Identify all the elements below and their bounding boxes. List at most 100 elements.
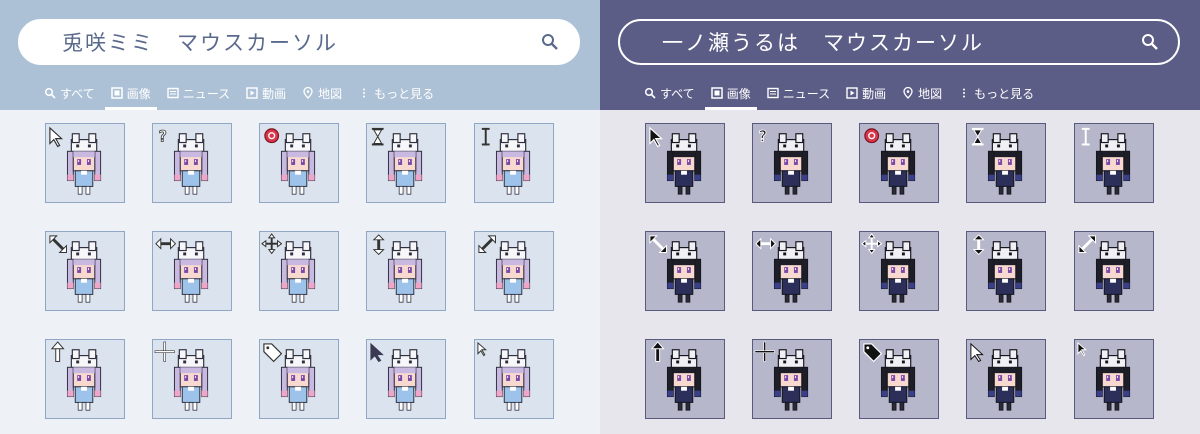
hourglass-cursor-icon: [971, 127, 1023, 195]
tab-news[interactable]: ニュース: [159, 80, 238, 106]
tab-label: 地図: [318, 86, 343, 101]
move-cursor-icon: [261, 233, 316, 303]
image-grid: ?: [600, 110, 1200, 434]
diagonal-resize-alt-cursor-icon: [478, 235, 531, 303]
busy-cursor-icon: [264, 128, 316, 195]
tab-more[interactable]: もっと見る: [350, 80, 442, 106]
search-header: 一ノ瀬うるは マウスカーソル すべて 画像 ニュース 動画 地図 もっと見る: [600, 0, 1200, 110]
map-pin-icon: [303, 87, 313, 99]
tab-all[interactable]: すべて: [36, 80, 103, 106]
crosshair-cursor-icon: [754, 341, 809, 411]
up-arrow-cursor-icon: [650, 341, 702, 411]
image-result-tile[interactable]: [1074, 339, 1154, 419]
text-cursor-icon: [1081, 127, 1131, 195]
search-bar[interactable]: 兎咲ミミ マウスカーソル: [18, 19, 580, 65]
image-result-tile[interactable]: ?: [152, 123, 232, 203]
image-result-tile[interactable]: [966, 339, 1046, 419]
image-result-tile[interactable]: [859, 339, 939, 419]
pointer-cursor-icon: [370, 342, 423, 411]
arrow-cursor-icon: [649, 126, 702, 195]
tab-news[interactable]: ニュース: [759, 80, 838, 106]
busy-cursor-icon: [864, 128, 916, 195]
svg-text:?: ?: [158, 128, 167, 146]
image-result-tile[interactable]: [259, 339, 339, 419]
image-result-tile[interactable]: ?: [752, 123, 832, 203]
image-result-tile[interactable]: [966, 123, 1046, 203]
image-result-tile[interactable]: [645, 339, 725, 419]
image-icon: [110, 87, 123, 99]
image-result-tile[interactable]: [259, 123, 339, 203]
image-result-tile[interactable]: [45, 123, 125, 203]
tab-label: もっと見る: [974, 86, 1035, 101]
tab-videos[interactable]: 動画: [838, 80, 894, 106]
image-result-tile[interactable]: [45, 231, 125, 311]
tab-more[interactable]: もっと見る: [950, 80, 1042, 106]
image-result-tile[interactable]: [152, 231, 232, 311]
tab-label: ニュース: [782, 86, 831, 101]
horizontal-resize-cursor-icon: [755, 237, 809, 303]
more-vert-icon: [363, 88, 366, 98]
tab-label: すべて: [660, 86, 695, 101]
tab-maps[interactable]: 地図: [294, 80, 350, 106]
tab-bar: すべて 画像 ニュース 動画 地図 もっと見る: [636, 80, 1042, 110]
image-icon: [710, 87, 723, 99]
horizontal-resize-cursor-icon: [155, 237, 209, 303]
image-result-tile[interactable]: [366, 339, 446, 419]
image-result-tile[interactable]: [1074, 123, 1154, 203]
image-result-tile[interactable]: [259, 231, 339, 311]
image-result-tile[interactable]: [45, 339, 125, 419]
image-result-tile[interactable]: [1074, 231, 1154, 311]
tab-label: すべて: [60, 86, 95, 101]
svg-text:?: ?: [758, 128, 767, 146]
image-result-tile[interactable]: [152, 339, 232, 419]
search-query[interactable]: 兎咲ミミ マウスカーソル: [62, 27, 338, 57]
news-icon: [167, 87, 179, 99]
tab-videos[interactable]: 動画: [238, 80, 294, 106]
tab-all[interactable]: すべて: [636, 80, 703, 106]
image-result-tile[interactable]: [366, 231, 446, 311]
tab-label: ニュース: [182, 86, 231, 101]
image-result-tile[interactable]: [645, 231, 725, 311]
image-result-tile[interactable]: [859, 231, 939, 311]
vertical-resize-cursor-icon: [972, 234, 1023, 303]
tab-label: 画像: [726, 86, 751, 101]
search-header: 兎咲ミミ マウスカーソル すべて 画像 ニュース 動画 地図 もっと見る: [0, 0, 600, 110]
image-result-tile[interactable]: [752, 339, 832, 419]
working-cursor-icon: [1077, 341, 1131, 411]
tab-label: 動画: [862, 86, 887, 101]
search-icon[interactable]: [540, 32, 560, 52]
news-icon: [767, 87, 779, 99]
search-icon[interactable]: [1140, 32, 1160, 52]
pointer-cursor-icon: [970, 342, 1023, 411]
tab-label: 動画: [262, 86, 287, 101]
diagonal-resize-alt-cursor-icon: [1078, 235, 1131, 303]
up-arrow-cursor-icon: [50, 341, 102, 411]
search-bar[interactable]: 一ノ瀬うるは マウスカーソル: [618, 19, 1180, 65]
image-result-tile[interactable]: [645, 123, 725, 203]
arrow-cursor-icon: [49, 126, 102, 195]
image-result-tile[interactable]: [366, 123, 446, 203]
search-icon: [644, 87, 656, 99]
left-panel: 兎咲ミミ マウスカーソル すべて 画像 ニュース 動画 地図 もっと見る ?: [0, 0, 600, 434]
help-cursor-icon: ?: [757, 127, 809, 195]
image-result-tile[interactable]: [966, 231, 1046, 311]
tab-images[interactable]: 画像: [703, 80, 759, 110]
tab-label: 地図: [918, 86, 943, 101]
diagonal-resize-cursor-icon: [49, 235, 102, 303]
image-result-tile[interactable]: [474, 231, 554, 311]
more-vert-icon: [963, 88, 966, 98]
image-result-tile[interactable]: [752, 231, 832, 311]
image-result-tile[interactable]: [859, 123, 939, 203]
tab-images[interactable]: 画像: [103, 80, 159, 110]
tab-label: 画像: [126, 86, 151, 101]
tab-maps[interactable]: 地図: [894, 80, 950, 106]
hourglass-cursor-icon: [371, 127, 423, 195]
vertical-resize-cursor-icon: [372, 234, 423, 303]
image-result-tile[interactable]: [474, 123, 554, 203]
search-query[interactable]: 一ノ瀬うるは マウスカーソル: [662, 27, 984, 57]
working-cursor-icon: [477, 341, 531, 411]
image-result-tile[interactable]: [474, 339, 554, 419]
video-icon: [246, 87, 258, 99]
tab-bar: すべて 画像 ニュース 動画 地図 もっと見る: [36, 80, 442, 110]
search-icon: [44, 87, 56, 99]
